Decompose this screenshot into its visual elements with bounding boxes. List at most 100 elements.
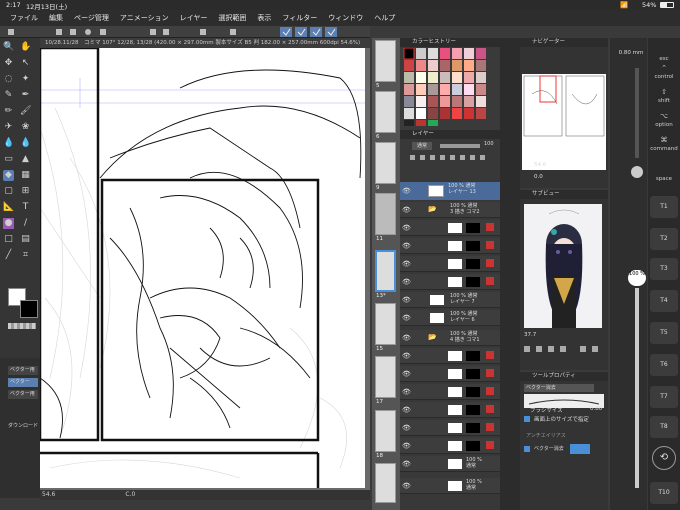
pen-icon[interactable]: ✒	[20, 90, 31, 101]
layer-row[interactable]: 👁	[400, 402, 500, 418]
key-t10[interactable]: T10	[650, 482, 678, 504]
menu-view[interactable]: 表示	[257, 13, 271, 23]
page-thumb[interactable]	[375, 410, 396, 452]
subview-zoom[interactable]: 37.7	[524, 332, 536, 338]
layer-row[interactable]: 👁 100 % 通常	[400, 456, 500, 472]
menu-file[interactable]: ファイル	[10, 13, 38, 23]
eye-icon[interactable]: 👁	[402, 260, 411, 268]
navigator-preview[interactable]	[522, 74, 606, 170]
key-space[interactable]: space	[648, 176, 680, 182]
key-option[interactable]: option	[648, 122, 680, 128]
eye-icon[interactable]: 👁	[402, 352, 411, 360]
eye-icon[interactable]: 👁	[402, 424, 411, 432]
key-t5[interactable]: T5	[650, 322, 678, 344]
eye-icon[interactable]: 👁	[402, 296, 411, 304]
sub-tool-download[interactable]: ダウンロード	[8, 422, 38, 429]
layer-row[interactable]: 👁	[400, 238, 500, 254]
key-shift[interactable]: shift	[648, 98, 680, 104]
vector-eraser-icon[interactable]: ◆	[3, 170, 14, 181]
ruler-icon[interactable]: 📐	[3, 202, 14, 213]
layer-row-selected[interactable]: 👁 100 % 通常 レイヤー 13	[400, 182, 500, 200]
manga-page[interactable]	[40, 48, 365, 488]
smudge-icon[interactable]: 💧	[20, 138, 31, 149]
balloon-icon[interactable]: ●	[3, 218, 14, 229]
brush-size-handle[interactable]	[631, 166, 643, 178]
page-thumb-current[interactable]	[375, 250, 396, 292]
layer-opacity-value[interactable]: 100	[484, 141, 494, 147]
pencil-icon[interactable]: ✏	[3, 106, 14, 117]
blend-icon[interactable]: 💧	[3, 138, 14, 149]
figure-icon[interactable]: ▢	[3, 186, 14, 197]
eye-icon[interactable]: 👁	[402, 460, 411, 468]
eye-icon[interactable]: 👁	[402, 242, 411, 250]
layer-row[interactable]: 👁	[400, 420, 500, 436]
blend-mode-select[interactable]: 通常	[412, 142, 432, 150]
undo-gesture-icon[interactable]: ⟲	[652, 446, 676, 470]
key-command[interactable]: command	[648, 146, 680, 152]
brush-size-value[interactable]: 0.80	[590, 406, 602, 412]
layer-row[interactable]: 👁	[400, 348, 500, 364]
move-icon[interactable]: ✥	[3, 58, 14, 69]
correct-line-icon[interactable]: /	[20, 218, 31, 229]
key-t8[interactable]: T8	[650, 416, 678, 438]
shape-icon[interactable]: □	[3, 234, 14, 245]
eye-icon[interactable]: 👁	[402, 442, 411, 450]
navigator-zoom[interactable]: 54.6	[534, 162, 546, 168]
fit-screen-checkbox[interactable]	[524, 416, 530, 422]
menu-animation[interactable]: アニメーション	[120, 13, 169, 23]
hand-icon[interactable]: ✋	[20, 42, 31, 53]
decoration-icon[interactable]: ❀	[20, 122, 31, 133]
eye-icon[interactable]: 👁	[402, 334, 411, 342]
sub-tool-3[interactable]: ベクター用	[8, 390, 38, 399]
key-t6[interactable]: T6	[650, 354, 678, 376]
page-thumb[interactable]	[375, 463, 396, 503]
page-thumb[interactable]	[375, 356, 396, 398]
document-tab[interactable]: 10/28.11/28 コミマ 107° 12/28, 13/28 (420.0…	[40, 38, 370, 48]
key-t2[interactable]: T2	[650, 228, 678, 250]
crop-icon[interactable]: ⌗	[20, 250, 31, 261]
eye-icon[interactable]: 👁	[402, 278, 411, 286]
layer-folder[interactable]: 👁 📂 100 % 通常 3 描き コマ2	[400, 202, 500, 218]
zoom-icon[interactable]: 🔍	[3, 42, 14, 53]
wand-icon[interactable]: ✦	[20, 74, 31, 85]
transparent-color-swatch[interactable]	[8, 323, 36, 329]
layer-row[interactable]: 👁 100 % 通常 レイヤー 7	[400, 292, 500, 308]
eye-icon[interactable]: 👁	[402, 224, 411, 232]
key-t3[interactable]: T3	[650, 258, 678, 280]
sub-tool-1[interactable]: ベクター用	[8, 366, 38, 375]
pattern-icon[interactable]: ▤	[20, 234, 31, 245]
navigator-angle[interactable]: 0.0	[534, 174, 543, 180]
brush-icon[interactable]: 🖌	[20, 106, 31, 117]
eye-icon[interactable]: 👁	[402, 388, 411, 396]
eye-icon[interactable]: 👁	[402, 206, 411, 214]
layer-row[interactable]: 👁 100 % 通常	[400, 478, 500, 494]
eye-icon[interactable]: 👁	[402, 370, 411, 378]
layer-row[interactable]: 👁	[400, 274, 500, 290]
brush-opacity-slider[interactable]	[635, 288, 639, 488]
frame-icon[interactable]: ⊞	[20, 186, 31, 197]
layer-row[interactable]: 👁	[400, 256, 500, 272]
key-control[interactable]: control	[648, 74, 680, 80]
menu-layer[interactable]: レイヤー	[180, 13, 208, 23]
text-icon[interactable]: T	[20, 202, 31, 213]
page-thumb[interactable]	[375, 91, 396, 133]
vector-erase-mode[interactable]	[570, 444, 590, 454]
fill-icon[interactable]: ▲	[20, 154, 31, 165]
menu-window[interactable]: ウィンドウ	[328, 13, 363, 23]
lasso-icon[interactable]: ◌	[3, 74, 14, 85]
key-t4[interactable]: T4	[650, 290, 678, 312]
layer-opacity-slider[interactable]	[440, 144, 480, 148]
page-thumb[interactable]	[375, 193, 396, 235]
page-thumb[interactable]	[375, 303, 396, 345]
object-icon[interactable]: ↖	[20, 58, 31, 69]
menu-selection[interactable]: 選択範囲	[218, 13, 246, 23]
eyedropper-icon[interactable]: ✎	[3, 90, 14, 101]
page-thumb[interactable]	[375, 40, 396, 82]
sub-color-swatch[interactable]	[20, 300, 38, 318]
vector-erase-checkbox[interactable]	[524, 446, 530, 452]
brush-size-slider[interactable]	[635, 68, 639, 158]
menu-edit[interactable]: 編集	[49, 13, 63, 23]
menu-page[interactable]: ページ管理	[74, 13, 109, 23]
eye-icon[interactable]: 👁	[402, 406, 411, 414]
key-esc[interactable]: esc	[648, 56, 680, 62]
